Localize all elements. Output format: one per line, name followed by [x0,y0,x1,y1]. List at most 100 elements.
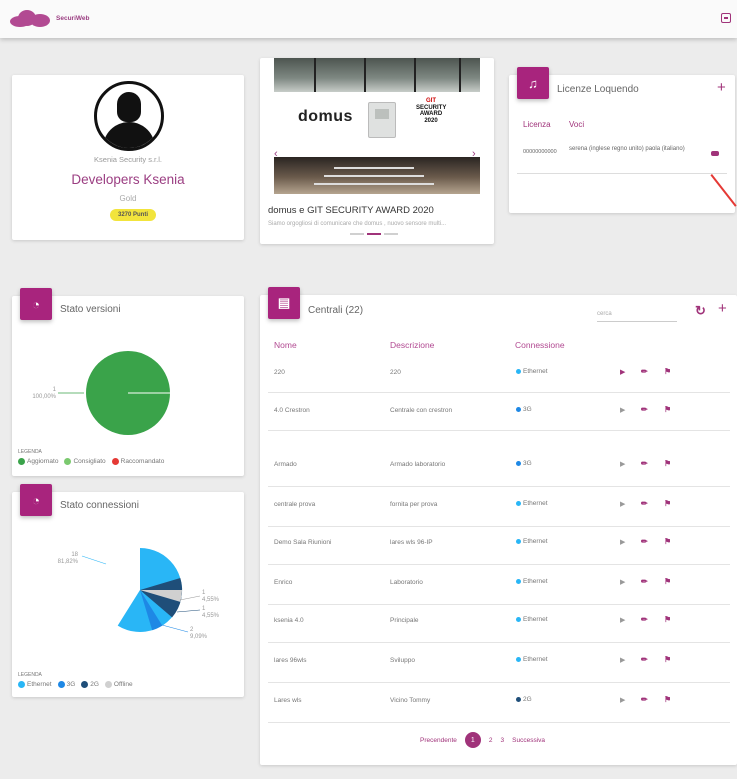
search-input[interactable]: cerca [597,308,677,322]
play-icon[interactable]: ▶ [620,616,625,624]
edit-icon[interactable]: ✏ [641,459,648,468]
ghost-icon[interactable]: ⚑ [664,405,671,414]
versions-title: Stato versioni [60,304,121,315]
voice-icon: ♫ [517,67,549,99]
2g-slice-label: 1 4,55% [202,606,220,619]
ghost-icon[interactable]: ⚑ [664,615,671,624]
ghost-icon[interactable]: ⚑ [664,655,671,664]
voices-column-header: Voci [569,120,585,129]
connection-status: 3G [516,460,532,467]
table-row[interactable]: Lares wls Vicino Tommy 2G ▶ ✏ ⚑ [268,685,730,723]
ghost-icon[interactable]: ⚑ [664,367,671,376]
page-1-button[interactable]: 1 [464,732,481,748]
offline-slice-label: 1 4,55% [202,590,220,603]
centrale-name: 4.0 Crestron [274,407,310,414]
versions-slice-label: 1 100,00% [32,387,56,400]
table-row: 00000000000 serena (inglese regno unito)… [517,137,727,174]
centrale-description: Laboratorio [390,579,423,586]
edit-icon[interactable]: ✏ [641,695,648,704]
key-icon[interactable] [711,151,719,156]
connection-status: 2G [516,696,532,703]
connection-dot [516,616,521,622]
centrale-name: 220 [274,369,285,376]
profile-card: Ksenia Security s.r.l. Developers Ksenia… [12,75,244,240]
news-card: domus GIT SECURITY AWARD 2020 ‹ › domus … [260,58,494,244]
description-column-header[interactable]: Descrizione [390,340,434,350]
centrale-name: Armado [274,461,297,468]
legend-dot-offline [104,681,112,688]
play-icon[interactable]: ▶ [620,460,625,468]
page-3-button[interactable]: 3 [501,737,505,744]
connections-legend: Ethernet 3G 2G Offline [18,681,133,688]
connection-dot [516,538,521,544]
licenses-title: Licenze Loquendo [557,84,639,95]
points-badge: 3270 Punti [110,209,157,221]
table-row[interactable]: lares 96wls Sviluppo Ethernet ▶ ✏ ⚑ [268,645,730,683]
edit-icon[interactable]: ✏ [641,367,648,376]
edit-icon[interactable]: ✏ [641,577,648,586]
edit-icon[interactable]: ✏ [641,655,648,664]
versions-legend: Aggiornato Consigliato Raccomandato [18,458,164,465]
play-icon[interactable]: ▶ [620,500,625,508]
app-name: SecuriWeb [56,14,90,22]
panel-icon: ▤ [268,287,300,319]
add-centrale-icon[interactable]: + [718,300,727,317]
connections-title: Stato connessioni [60,500,139,511]
legend-item: Aggiornato [18,458,58,465]
legend-title: LEGENDA [18,672,42,678]
connection-dot [516,578,521,584]
edit-icon[interactable]: ✏ [641,615,648,624]
news-image-bottom [274,157,480,194]
ghost-icon[interactable]: ⚑ [664,459,671,468]
centrale-description: 220 [390,369,401,376]
ghost-icon[interactable]: ⚑ [664,537,671,546]
license-column-header: Licenza [523,120,551,129]
table-row[interactable]: ksenia 4.0 Principale Ethernet ▶ ✏ ⚑ [268,605,730,643]
legend-item: 3G [57,681,75,688]
table-row[interactable]: 220 220 Ethernet ▶ ✏ ⚑ [268,357,730,393]
legend-item: Offline [104,681,133,688]
table-row[interactable]: Armado Armado laboratorio 3G ▶ ✏ ⚑ [268,449,730,487]
ethernet-slice-label: 18 81,82% [57,552,78,565]
centrale-name: Demo Sala Riunioni [274,539,332,546]
avatar [94,81,164,151]
centrali-title: Centrali (22) [308,305,364,316]
connection-dot [516,696,521,702]
page-2-button[interactable]: 2 [489,737,493,744]
sensor-device-image [368,102,396,138]
edit-icon[interactable]: ✏ [641,405,648,414]
play-icon[interactable]: ▶ [620,578,625,586]
ghost-icon[interactable]: ⚑ [664,499,671,508]
add-license-icon[interactable]: + [717,79,726,96]
play-icon[interactable]: ▶ [620,696,625,704]
table-row[interactable]: 4.0 Crestron Centrale con crestron 3G ▶ ✏ ⚑ [268,395,730,431]
prev-page-button[interactable]: Precendente [420,737,457,744]
logout-icon[interactable] [721,13,731,23]
ghost-icon[interactable]: ⚑ [664,577,671,586]
connection-column-header[interactable]: Connessione [515,340,565,350]
versions-card: ◔ Stato versioni 1 100,00% LEGENDA Aggior… [12,288,244,476]
ghost-icon[interactable]: ⚑ [664,695,671,704]
edit-icon[interactable]: ✏ [641,537,648,546]
app-logo[interactable]: SecuriWeb [10,9,89,27]
connection-status: 3G [516,406,532,413]
news-title[interactable]: domus e GIT SECURITY AWARD 2020 [268,205,434,216]
play-icon[interactable]: ▶ [620,656,625,664]
award-logo: GIT SECURITY AWARD 2020 [416,98,447,124]
next-page-button[interactable]: Successiva [512,737,545,744]
legend-item: Raccomandato [111,458,164,465]
table-row[interactable]: Enrico Laboratorio Ethernet ▶ ✏ ⚑ [268,567,730,605]
legend-dot-red [111,458,119,465]
connection-dot [516,460,521,466]
table-row[interactable]: centrale prova fornita per prova Ethernet ▶… [268,489,730,527]
cloud-logo-icon [10,9,52,27]
carousel-indicators[interactable] [350,233,398,235]
connection-dot [516,656,521,662]
play-icon[interactable]: ▶ [620,538,625,546]
refresh-icon[interactable]: ↻ [695,303,706,319]
edit-icon[interactable]: ✏ [641,499,648,508]
play-icon[interactable]: ▶ [620,368,625,376]
table-row[interactable]: Demo Sala Riunioni lares wls 96-IP Etherne… [268,527,730,565]
play-icon[interactable]: ▶ [620,406,625,414]
name-column-header[interactable]: Nome [274,340,297,350]
